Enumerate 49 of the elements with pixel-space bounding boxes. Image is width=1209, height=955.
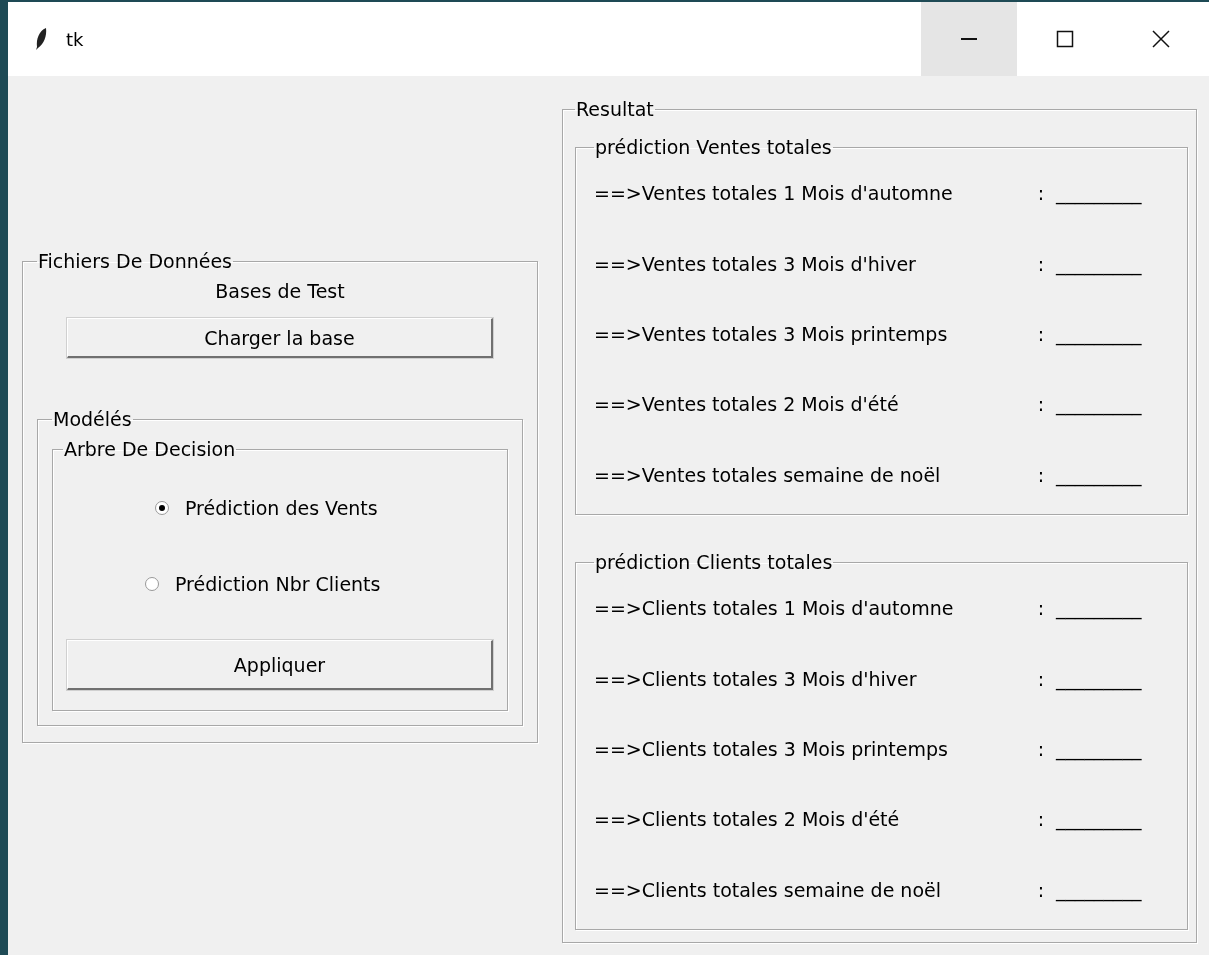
minimize-icon: [961, 38, 977, 40]
radio-label[interactable]: Prédiction Nbr Clients: [175, 573, 381, 595]
frame-title: Arbre De Decision: [63, 438, 237, 460]
load-button[interactable]: Charger la base: [67, 318, 493, 358]
window-title: tk: [66, 28, 84, 50]
result-label: ==>Ventes totales 2 Mois d'été: [594, 393, 900, 416]
close-icon: [1150, 28, 1172, 50]
colon-text: :: [1036, 252, 1046, 275]
result-value: _________: [1054, 597, 1143, 620]
result-label: ==>Ventes totales 3 Mois d'hiver: [594, 252, 917, 275]
minimize-button[interactable]: [921, 2, 1017, 76]
colon-text: :: [1036, 878, 1046, 901]
result-value: _________: [1054, 252, 1143, 275]
result-value: _________: [1054, 878, 1143, 901]
result-label: ==>Clients totales 3 Mois printemps: [594, 737, 949, 760]
frame-title: Resultat: [575, 98, 655, 120]
result-value: _________: [1054, 808, 1143, 831]
colon-text: :: [1036, 393, 1046, 416]
result-value: _________: [1054, 667, 1143, 690]
colon-text: :: [1036, 667, 1046, 690]
frame-title: prédiction Clients totales: [594, 551, 834, 573]
result-label: ==>Clients totales 1 Mois d'automne: [594, 597, 955, 620]
colon-text: :: [1036, 182, 1046, 205]
feather-icon: [34, 27, 48, 51]
frame-title: prédiction Ventes totales: [594, 136, 833, 158]
result-label: ==>Ventes totales 1 Mois d'automne: [594, 182, 954, 205]
result-value: _________: [1054, 393, 1143, 416]
result-value: _________: [1054, 182, 1143, 205]
section-label: Bases de Test: [214, 280, 346, 302]
result-label: ==>Clients totales semaine de noël: [594, 878, 942, 901]
result-label: ==>Ventes totales 3 Mois printemps: [594, 322, 949, 345]
colon-text: :: [1036, 597, 1046, 620]
result-value: _________: [1054, 737, 1143, 760]
result-label: ==>Clients totales 3 Mois d'hiver: [594, 667, 918, 690]
colon-text: :: [1036, 463, 1046, 486]
apply-button[interactable]: Appliquer: [67, 640, 493, 690]
colon-text: :: [1036, 737, 1046, 760]
result-value: _________: [1054, 322, 1143, 345]
result-label: ==>Clients totales 2 Mois d'été: [594, 808, 901, 831]
radio-button[interactable]: [155, 501, 169, 515]
radio-button[interactable]: [145, 577, 159, 591]
result-label: ==>Ventes totales semaine de noël: [594, 463, 942, 486]
result-value: _________: [1054, 463, 1143, 486]
frame-title: Modélés: [52, 408, 133, 430]
colon-text: :: [1036, 808, 1046, 831]
colon-text: :: [1036, 322, 1046, 345]
frame-title: Fichiers De Données: [37, 250, 233, 272]
radio-label[interactable]: Prédiction des Vents: [185, 497, 378, 519]
maximize-icon: [1054, 28, 1076, 50]
